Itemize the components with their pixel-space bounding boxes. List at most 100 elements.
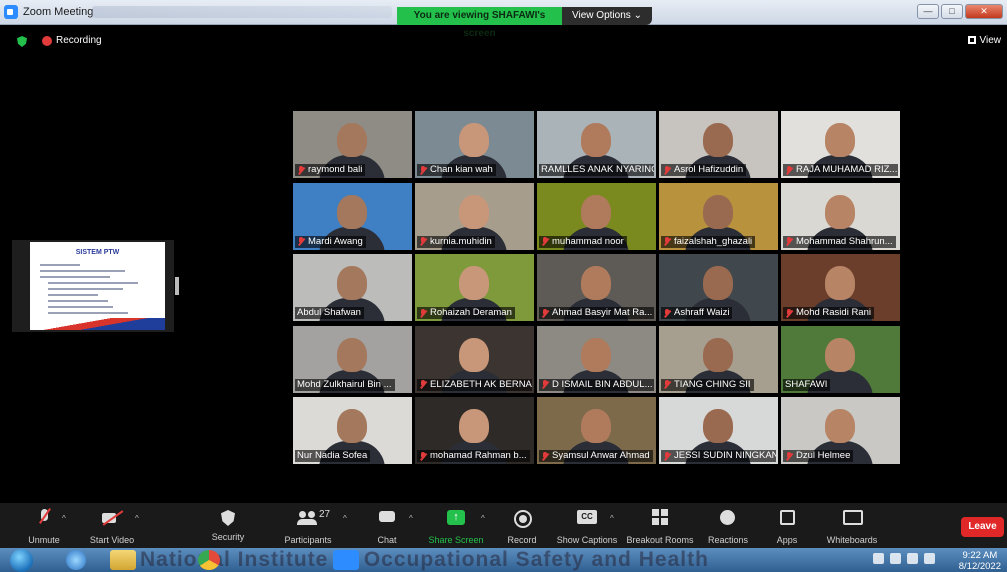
- minimize-button[interactable]: —: [917, 4, 939, 19]
- monitor-icon[interactable]: [907, 553, 918, 564]
- participant-tile[interactable]: muhammad noor: [537, 182, 656, 250]
- participant-head: [825, 123, 855, 157]
- internet-explorer-icon[interactable]: [66, 550, 86, 570]
- participant-tile[interactable]: Dzul Helmee: [781, 397, 900, 464]
- chat-options-caret[interactable]: ^: [409, 514, 413, 523]
- security-label: Security: [211, 532, 245, 542]
- video-options-caret[interactable]: ^: [135, 514, 139, 523]
- security-icon: [221, 510, 235, 526]
- security-button[interactable]: Security: [186, 507, 270, 542]
- audio-options-caret[interactable]: ^: [62, 514, 66, 523]
- participant-head: [459, 194, 489, 229]
- participant-tile[interactable]: Ashraff Waizi: [659, 254, 778, 321]
- view-options-button[interactable]: View Options ⌄: [562, 7, 652, 25]
- clock-date: 8/12/2022: [958, 561, 1001, 572]
- mic-muted-icon: [663, 380, 671, 389]
- participant-tile[interactable]: SHAFAWI: [781, 325, 900, 393]
- participant-head: [459, 266, 489, 300]
- breakout-rooms-icon: [652, 507, 668, 529]
- mic-muted-icon: [785, 237, 793, 246]
- captions-options-caret[interactable]: ^: [610, 514, 614, 523]
- participant-tile[interactable]: Abdul Shafwan: [293, 254, 412, 321]
- mic-muted-icon: [419, 308, 427, 318]
- participant-name: kurnia.muhidin: [430, 235, 492, 247]
- participant-tile[interactable]: TIANG CHING SII: [659, 325, 778, 393]
- participant-nametag: Mardi Awang: [295, 235, 366, 248]
- participant-tile[interactable]: Nur Nadia Sofea: [293, 397, 412, 464]
- participant-nametag: Rohaizah Deraman: [417, 307, 515, 319]
- participant-head: [581, 409, 611, 443]
- whiteboards-button[interactable]: Whiteboards: [810, 507, 894, 545]
- participant-head: [337, 194, 367, 229]
- participant-tile[interactable]: RAMLLES ANAK NYARING: [537, 111, 656, 178]
- taskbar-clock[interactable]: 9:22 AM 8/12/2022: [959, 550, 1001, 572]
- participant-tile[interactable]: faizalshah_ghazali: [659, 182, 778, 250]
- slide-text-line: [48, 312, 128, 314]
- participant-name: Mohd Rasidi Rani: [796, 307, 871, 318]
- shared-screen-thumbnail[interactable]: SISTEM PTW: [12, 240, 174, 332]
- start-button-icon[interactable]: [10, 549, 33, 572]
- participant-tile[interactable]: mohamad Rahman b...: [415, 397, 534, 464]
- zoom-taskbar-icon[interactable]: [333, 550, 359, 570]
- participant-tile[interactable]: Asrol Hafizuddin: [659, 111, 778, 178]
- slide-text-line: [40, 270, 125, 272]
- maximize-button[interactable]: □: [941, 4, 963, 19]
- participant-tile[interactable]: Chan kian wah: [415, 111, 534, 178]
- participant-nametag: TIANG CHING SII: [661, 378, 754, 391]
- leave-button[interactable]: Leave: [961, 517, 1004, 537]
- whiteboards-label: Whiteboards: [826, 535, 878, 545]
- apps-icon: [779, 507, 795, 529]
- participant-tile[interactable]: Syamsul Anwar Ahmad: [537, 397, 656, 464]
- participant-name: raymond bali: [308, 164, 363, 175]
- participant-name: D ISMAIL BIN ABDUL...: [552, 378, 653, 390]
- background-window-titles: [92, 6, 392, 18]
- participant-tile[interactable]: Mardi Awang: [293, 182, 412, 250]
- participant-name: Ahmad Basyir Mat Ra...: [552, 307, 653, 318]
- slide-text-line: [48, 294, 98, 296]
- participant-head: [581, 337, 611, 372]
- network-icon[interactable]: [873, 553, 884, 564]
- chrome-icon[interactable]: [198, 550, 220, 570]
- participant-head: [459, 337, 489, 372]
- view-button[interactable]: View: [967, 35, 1001, 46]
- taskbar-overlay-text: National Institute of Occupational Safet…: [140, 548, 709, 571]
- captions-icon: [577, 507, 597, 529]
- flag-icon[interactable]: [890, 553, 901, 564]
- participant-head: [337, 337, 367, 372]
- participant-head: [825, 337, 855, 372]
- participant-nametag: SHAFAWI: [783, 378, 831, 391]
- participant-tile[interactable]: raymond bali: [293, 111, 412, 178]
- view-options-label: View Options: [572, 10, 631, 21]
- volume-icon[interactable]: [924, 553, 935, 564]
- participant-tile[interactable]: ELIZABETH AK BERNA...: [415, 325, 534, 393]
- participant-nametag: JESSI SUDIN NINGKAN: [661, 450, 776, 462]
- file-explorer-icon[interactable]: [110, 550, 136, 570]
- system-tray: [873, 553, 935, 564]
- start-video-button[interactable]: Start Video: [70, 507, 154, 545]
- shared-slide: SISTEM PTW: [30, 242, 165, 330]
- slide-text-line: [48, 288, 123, 290]
- video-gallery: raymond bali Chan kian wah RAMLLES ANAK NY…: [293, 111, 903, 464]
- participant-tile[interactable]: D ISMAIL BIN ABDUL...: [537, 325, 656, 393]
- show-captions-button[interactable]: Show Captions: [545, 507, 629, 545]
- participant-tile[interactable]: Rohaizah Deraman: [415, 254, 534, 321]
- mic-muted-icon: [663, 237, 671, 246]
- resize-handle[interactable]: [175, 277, 179, 295]
- participants-button[interactable]: 27 Participants: [266, 507, 350, 545]
- screen-share-banner: You are viewing SHAFAWI's screen: [397, 7, 562, 39]
- participant-head: [825, 266, 855, 300]
- participant-tile[interactable]: Mohammad Shahrun...: [781, 182, 900, 250]
- participant-tile[interactable]: Mohd Zulkhairul Bin ...: [293, 325, 412, 393]
- record-icon: [514, 507, 532, 529]
- participant-tile[interactable]: Ahmad Basyir Mat Ra...: [537, 254, 656, 321]
- security-shield-icon[interactable]: [17, 36, 27, 47]
- participant-head: [337, 266, 367, 300]
- window-controls: — □ ✕: [917, 4, 1003, 19]
- participant-tile[interactable]: kurnia.muhidin: [415, 182, 534, 250]
- chat-label: Chat: [377, 535, 397, 545]
- participant-head: [703, 266, 733, 300]
- participant-tile[interactable]: JESSI SUDIN NINGKAN: [659, 397, 778, 464]
- participant-tile[interactable]: RAJA MUHAMAD RIZ...: [781, 111, 900, 178]
- close-button[interactable]: ✕: [965, 4, 1003, 19]
- participant-tile[interactable]: Mohd Rasidi Rani: [781, 254, 900, 321]
